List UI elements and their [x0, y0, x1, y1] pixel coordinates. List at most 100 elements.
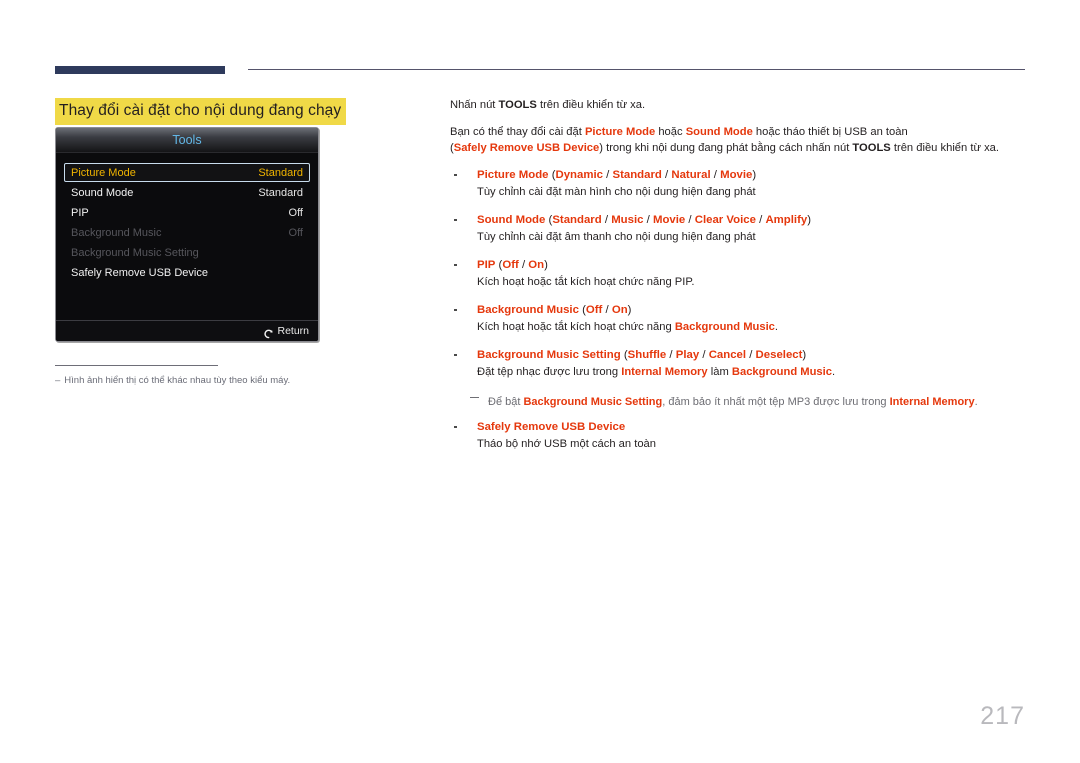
option-title: PIP (Off / On): [477, 257, 1030, 274]
desc-safely-remove: Safely Remove USB Device: [453, 142, 600, 154]
desc-picture-mode: Picture Mode: [584, 125, 656, 138]
option-value: Shuffle: [627, 348, 667, 361]
option-item-background-music: Background Music (Off / On) Kích hoạt hoặ…: [450, 302, 1030, 336]
option-separator: /: [518, 258, 529, 271]
return-label: Return: [277, 325, 309, 337]
tools-menu-item[interactable]: PIP Off: [64, 203, 310, 222]
note-text: Để bật Background Music Setting, đảm bảo…: [488, 396, 978, 408]
option-separator: /: [601, 213, 612, 226]
note-dash-icon: [470, 396, 479, 398]
option-description-part: Kích hoạt hoặc tắt kích hoạt chức năng: [477, 320, 675, 333]
tools-menu-item: Background Music Setting: [64, 243, 310, 262]
option-value: Play: [675, 348, 700, 361]
option-title: Background Music (Off / On): [477, 302, 1030, 319]
right-column: Nhấn nút TOOLS trên điều khiển từ xa. Bạ…: [450, 97, 1030, 464]
option-item-safely-remove-usb-device: Safely Remove USB Device Tháo bộ nhớ USB …: [450, 419, 1030, 453]
tools-menu-item-label: Safely Remove USB Device: [71, 266, 208, 279]
header-rule-bar: [55, 66, 225, 74]
tools-osd-panel: Tools Picture Mode Standard Sound Mode Stan…: [55, 127, 319, 342]
tools-menu-item-value: Standard: [258, 166, 303, 179]
option-paren-close: ): [807, 213, 812, 226]
option-item-picture-mode: Picture Mode (Dynamic / Standard / Natur…: [450, 167, 1030, 201]
option-item-background-music-setting: Background Music Setting (Shuffle / Play…: [450, 347, 1030, 381]
option-paren-open: (: [548, 168, 556, 181]
option-value: Standard: [552, 213, 602, 226]
option-value: On: [611, 303, 628, 316]
tools-menu-item-label: Picture Mode: [71, 166, 136, 179]
option-description-part: Đặt tệp nhạc được lưu trong: [477, 365, 622, 378]
tools-menu-item-label: PIP: [71, 206, 89, 219]
footnote-dash: ‒: [55, 375, 61, 386]
tools-menu-list: Picture Mode Standard Sound Mode Standard PI…: [56, 153, 318, 282]
option-name: PIP: [477, 258, 496, 271]
option-title: Sound Mode (Standard / Music / Movie / C…: [477, 212, 1030, 229]
tools-menu-item[interactable]: Picture Mode Standard: [64, 163, 310, 182]
header-rule-line: [248, 69, 1025, 70]
option-separator: /: [685, 213, 695, 226]
tools-key-1: TOOLS: [498, 99, 537, 111]
tools-menu-item-label: Sound Mode: [71, 186, 134, 199]
option-value: Deselect: [755, 348, 803, 361]
option-separator: /: [746, 348, 756, 361]
option-description-part: Background Music: [731, 365, 832, 378]
option-description-part: làm: [707, 365, 732, 378]
tools-menu-item-value: Off: [288, 206, 303, 219]
option-name: Background Music Setting: [477, 348, 621, 361]
option-value: Music: [611, 213, 644, 226]
option-description-part: Tùy chỉnh cài đặt màn hình cho nội dung …: [477, 185, 756, 198]
return-arrow-icon: [263, 327, 274, 338]
desc-c: hoặc tháo thiết bị USB an toàn: [752, 125, 908, 138]
tools-menu-item-label: Background Music Setting: [71, 246, 199, 259]
option-description-part: Internal Memory: [621, 365, 708, 378]
tools-menu-item-value: Off: [288, 226, 303, 239]
option-value: Natural: [671, 168, 711, 181]
footnote-divider: [55, 365, 218, 366]
option-paren-close: ): [752, 168, 757, 181]
desc-sound-mode: Sound Mode: [685, 125, 753, 138]
option-value: On: [528, 258, 545, 271]
option-separator: /: [666, 348, 676, 361]
description-paragraph: Bạn có thể thay đổi cài đặt Picture Mode…: [450, 124, 1030, 157]
tools-menu-item[interactable]: Safely Remove USB Device: [64, 263, 310, 282]
option-description: Tùy chỉnh cài đặt âm thanh cho nội dung …: [477, 229, 1030, 246]
footnote-text: Hình ảnh hiển thị có thể khác nhau tùy t…: [64, 375, 291, 386]
option-name: Sound Mode: [477, 213, 546, 226]
option-description-part: .: [831, 365, 836, 378]
option-description: Đặt tệp nhạc được lưu trong Internal Mem…: [477, 364, 1030, 381]
intro-post: trên điều khiển từ xa.: [536, 99, 646, 111]
option-title: Safely Remove USB Device: [477, 419, 1030, 436]
tools-panel-footer: Return: [56, 320, 318, 341]
option-value: Cancel: [708, 348, 747, 361]
left-column: Thay đổi cài đặt cho nội dung đang chạy: [55, 98, 395, 125]
note-item: Để bật Background Music Setting, đảm bảo…: [450, 392, 1030, 410]
intro-paragraph: Nhấn nút TOOLS trên điều khiển từ xa.: [450, 97, 1030, 114]
tools-panel-header: Tools: [56, 128, 318, 153]
option-description-part: Kích hoạt hoặc tắt kích hoạt chức năng P…: [477, 275, 695, 288]
option-value: Movie: [720, 168, 753, 181]
option-description-part: .: [774, 320, 779, 333]
option-name: Picture Mode: [477, 168, 549, 181]
option-value: Clear Voice: [694, 213, 756, 226]
option-value: Amplify: [765, 213, 808, 226]
desc-a: Bạn có thể thay đổi cài đặt: [450, 125, 585, 138]
option-paren-close: ): [802, 348, 807, 361]
option-value: Movie: [652, 213, 686, 226]
desc-b: hoặc: [655, 125, 686, 138]
option-description-part: Background Music: [674, 320, 775, 333]
tools-panel-title: Tools: [172, 133, 202, 147]
option-paren-close: ): [544, 258, 548, 271]
note-part: , đảm bảo ít nhất một tệp MP3 được lưu t…: [662, 395, 890, 408]
tools-menu-item-label: Background Music: [71, 226, 162, 239]
option-value: Off: [585, 303, 603, 316]
tools-menu-item: Background Music Off: [64, 223, 310, 242]
page-title: Thay đổi cài đặt cho nội dung đang chạy: [55, 98, 347, 125]
option-paren-close: ): [627, 303, 632, 316]
option-list: Picture Mode (Dynamic / Standard / Natur…: [450, 167, 1030, 453]
option-item-pip: PIP (Off / On) Kích hoạt hoặc tắt kích ho…: [450, 257, 1030, 291]
option-value: Off: [502, 258, 519, 271]
tools-menu-item[interactable]: Sound Mode Standard: [64, 183, 310, 202]
option-separator: /: [699, 348, 709, 361]
note-part: Background Music Setting: [523, 395, 663, 408]
option-description-part: Tùy chỉnh cài đặt âm thanh cho nội dung …: [477, 230, 756, 243]
note-part: Internal Memory: [889, 395, 975, 408]
